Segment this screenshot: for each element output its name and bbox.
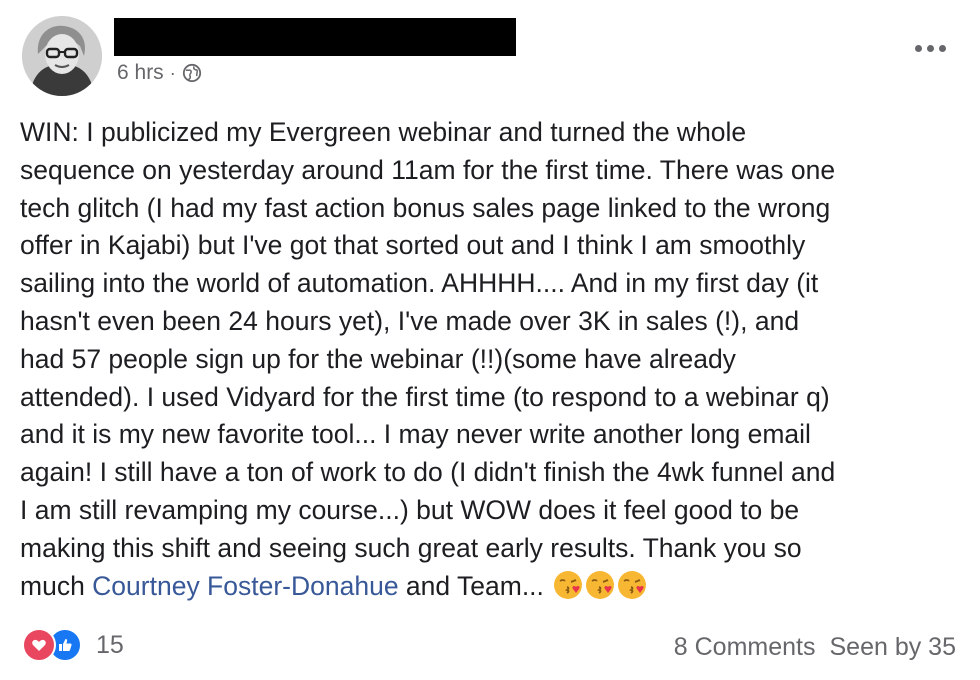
kiss-emoji-icon: [553, 570, 583, 611]
kiss-emoji-icon: [617, 570, 647, 611]
comments-link[interactable]: 8 Comments: [674, 633, 816, 662]
redacted-author-name: [114, 18, 516, 56]
meta-separator: ·: [169, 62, 176, 83]
more-options-icon[interactable]: [910, 36, 950, 60]
post-text: WIN: I publicized my Evergreen webinar a…: [20, 117, 836, 601]
kiss-emoji-icon: [585, 570, 615, 611]
post-stats: 8 Comments Seen by 35: [674, 630, 956, 664]
post-body: WIN: I publicized my Evergreen webinar a…: [20, 114, 968, 610]
love-reaction-icon: [22, 628, 56, 662]
seen-by-link[interactable]: Seen by 35: [830, 633, 957, 662]
timestamp[interactable]: 6 hrs: [117, 61, 164, 85]
globe-icon[interactable]: [182, 63, 202, 83]
avatar[interactable]: [22, 16, 102, 96]
post-text-end: and Team...: [398, 570, 552, 601]
reaction-count: 15: [96, 630, 124, 659]
facebook-post: 6 hrs · WIN: I publicized my Evergreen w…: [0, 0, 980, 680]
post-meta: 6 hrs ·: [117, 61, 202, 85]
mention-link[interactable]: Courtney Foster-Donahue: [92, 571, 398, 601]
reactions-summary[interactable]: 15: [22, 628, 124, 662]
